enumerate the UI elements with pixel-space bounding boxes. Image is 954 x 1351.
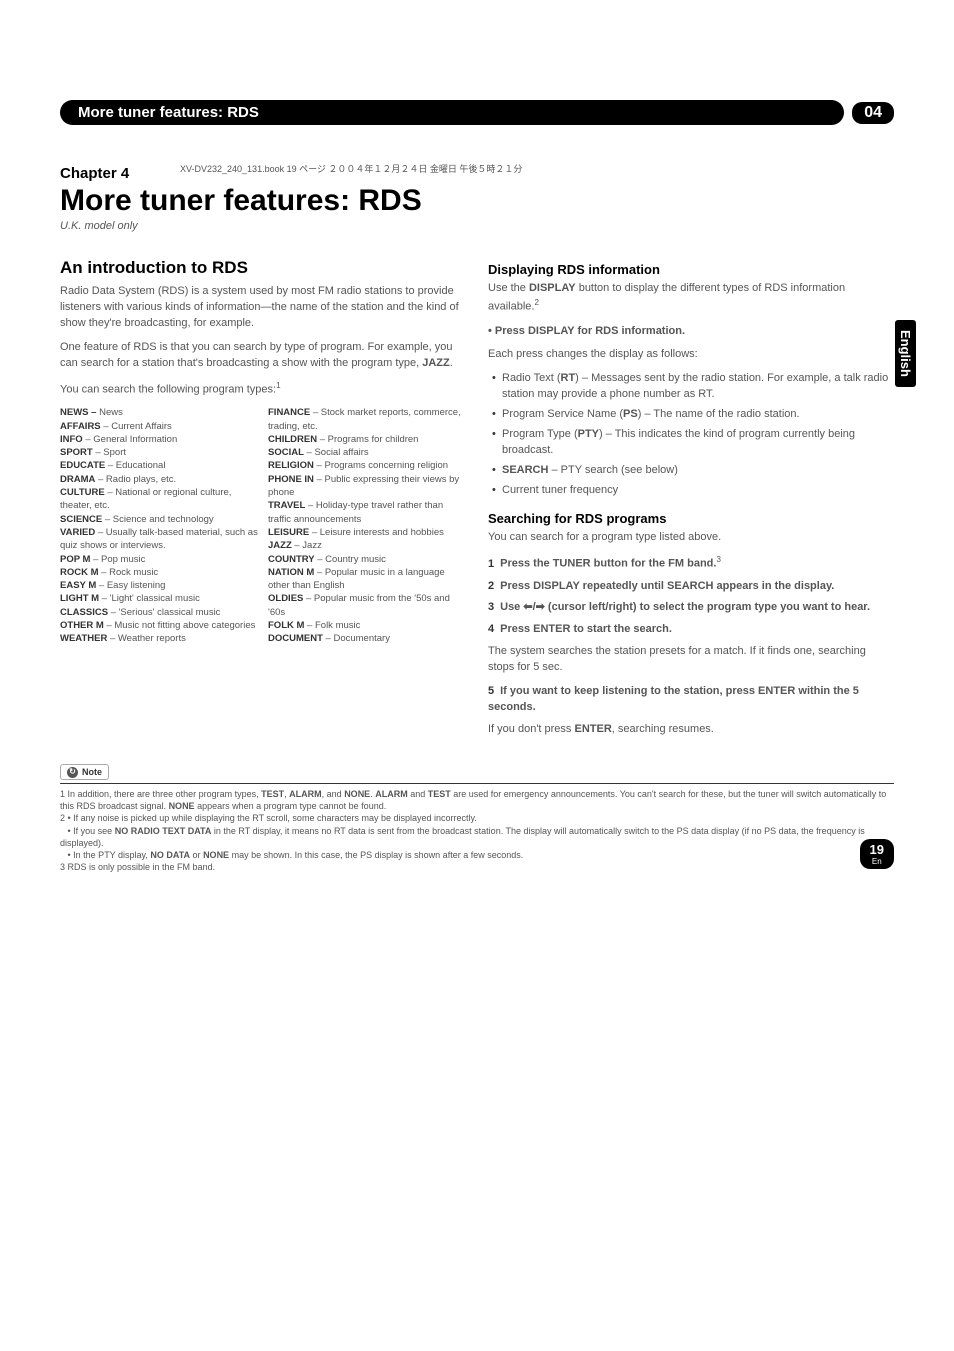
header-bar: More tuner features: RDS 04 — [60, 100, 894, 125]
step-3: 3Use ⬅/➡ (cursor left/right) to select t… — [488, 600, 894, 616]
intro-p3: You can search the following program typ… — [60, 380, 466, 399]
list-item: Program Type (PTY) – This indicates the … — [492, 427, 894, 459]
note-box: Note 1 In addition, there are three othe… — [60, 764, 894, 873]
note-1: 1 In addition, there are three other pro… — [60, 788, 894, 812]
subtitle: U.K. model only — [60, 220, 894, 232]
page-number: 19 En — [860, 839, 894, 869]
intro-heading: An introduction to RDS — [60, 258, 466, 278]
header-title: More tuner features: RDS — [60, 100, 844, 125]
search-p1: You can search for a program type listed… — [488, 530, 894, 546]
step-2: 2Press DISPLAY repeatedly until SEARCH a… — [488, 579, 894, 595]
step-4: 4Press ENTER to start the search. — [488, 622, 894, 638]
spine-note: XV-DV232_240_131.book 19 ページ ２００４年１２月２４日… — [180, 162, 522, 175]
step-4-p: The system searches the station presets … — [488, 644, 894, 676]
list-item: Current tuner frequency — [492, 483, 894, 499]
intro-p2: One feature of RDS is that you can searc… — [60, 340, 466, 372]
step-5-p: If you don't press ENTER, searching resu… — [488, 722, 894, 738]
search-heading: Searching for RDS programs — [488, 511, 894, 526]
display-list: Radio Text (RT) – Messages sent by the r… — [488, 371, 894, 499]
intro-p1: Radio Data System (RDS) is a system used… — [60, 284, 466, 332]
display-heading: Displaying RDS information — [488, 262, 894, 277]
list-item: SEARCH – PTY search (see below) — [492, 463, 894, 479]
display-main-bullet: • Press DISPLAY for RDS information. — [488, 324, 894, 340]
program-types: NEWS – News AFFAIRS – Current Affairs IN… — [60, 406, 466, 645]
language-tab: English — [895, 320, 916, 387]
program-types-left: NEWS – News AFFAIRS – Current Affairs IN… — [60, 406, 258, 645]
main-title: More tuner features: RDS — [60, 184, 894, 218]
list-item: Program Service Name (PS) – The name of … — [492, 407, 894, 423]
note-2b: • If you see NO RADIO TEXT DATA in the R… — [60, 825, 894, 849]
note-3: 3 RDS is only possible in the FM band. — [60, 861, 894, 873]
header-number: 04 — [852, 102, 894, 124]
note-2a: 2 • If any noise is picked up while disp… — [60, 812, 894, 824]
program-types-right: FINANCE – Stock market reports, commerce… — [268, 406, 466, 645]
note-divider — [60, 783, 894, 784]
display-p1: Use the DISPLAY button to display the di… — [488, 281, 894, 316]
note-label: Note — [60, 764, 109, 780]
note-2c: • In the PTY display, NO DATA or NONE ma… — [60, 849, 894, 861]
display-sub: Each press changes the display as follow… — [488, 347, 894, 363]
list-item: Radio Text (RT) – Messages sent by the r… — [492, 371, 894, 403]
step-1: 1Press the TUNER button for the FM band.… — [488, 554, 894, 573]
step-5: 5If you want to keep listening to the st… — [488, 684, 894, 716]
